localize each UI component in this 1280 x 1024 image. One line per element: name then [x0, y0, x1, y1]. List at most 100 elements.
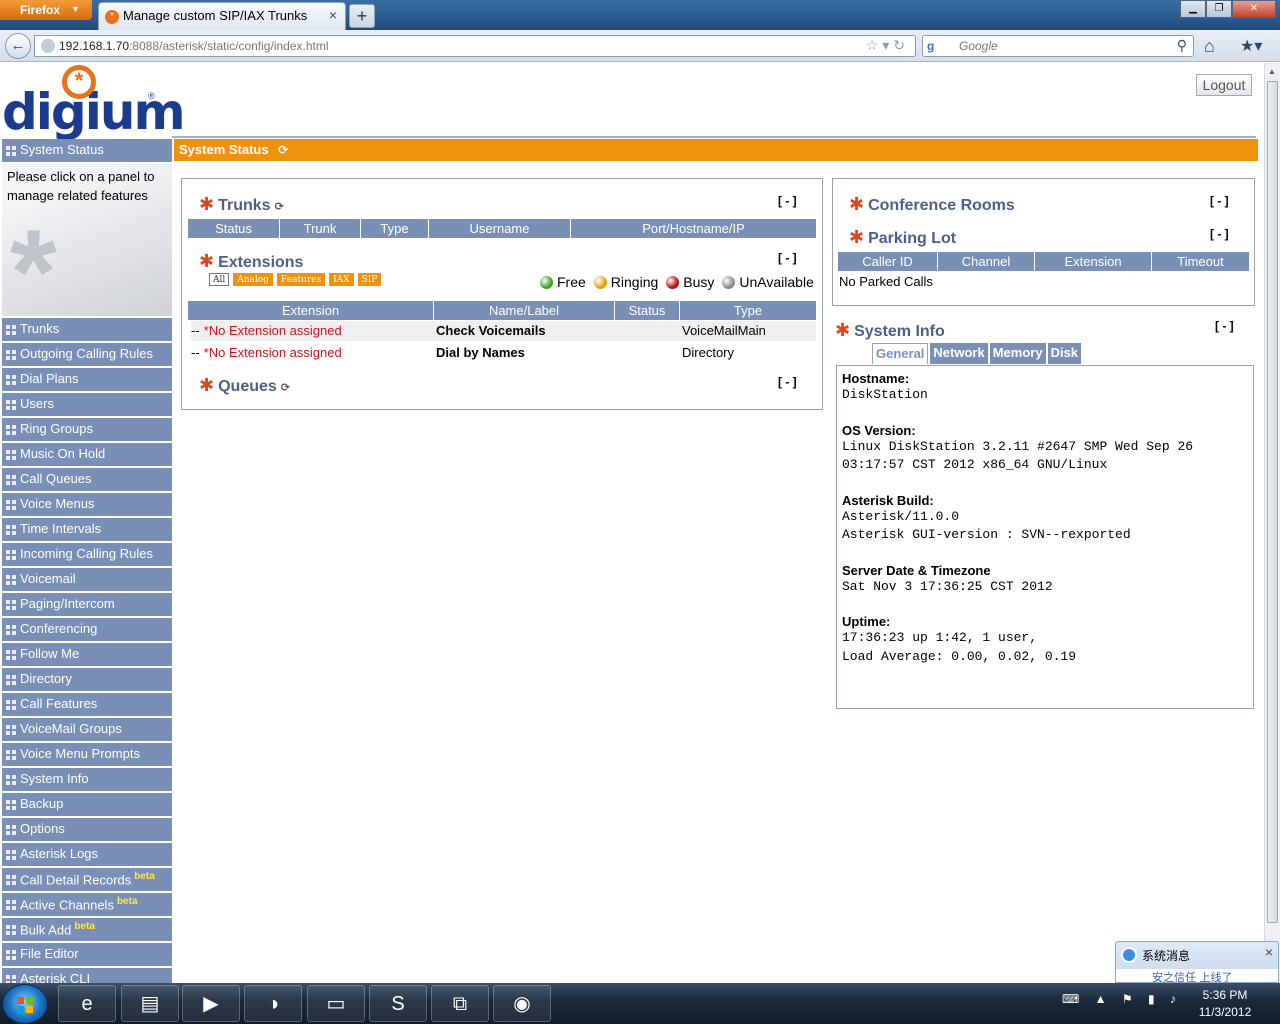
conference-collapse-button[interactable]: [ - ] — [1210, 194, 1229, 208]
conference-rooms-title[interactable]: ✱ Conference Rooms — [849, 194, 1015, 215]
sidebar-item-incoming-calling-rules[interactable]: Incoming Calling Rules — [2, 543, 172, 566]
filter-all-button[interactable]: All — [209, 273, 230, 286]
sidebar-item-active-channels[interactable]: Active Channels beta — [2, 893, 172, 916]
tab-memory[interactable]: Memory — [989, 343, 1046, 364]
sidebar-item-asterisk-cli[interactable]: Asterisk CLI — [2, 968, 172, 983]
sidebar-item-call-queues[interactable]: Call Queues — [2, 468, 172, 491]
firefox-icon[interactable]: ◉ — [493, 985, 551, 1022]
system-info-collapse-button[interactable]: [ - ] — [1215, 319, 1234, 333]
sidebar-item-voicemail-groups[interactable]: VoiceMail Groups — [2, 718, 172, 741]
sidebar-item-paging-intercom[interactable]: Paging/Intercom — [2, 593, 172, 616]
browser-tab-active[interactable]: * Manage custom SIP/IAX Trunks × — [98, 2, 346, 30]
sticky-notes-icon[interactable]: ▭ — [307, 985, 365, 1022]
tab-network[interactable]: Network — [930, 343, 988, 364]
new-tab-button[interactable]: + — [349, 4, 375, 28]
sidebar-item-directory[interactable]: Directory — [2, 668, 172, 691]
start-button[interactable] — [2, 984, 48, 1024]
home-icon[interactable]: ⌂ — [1204, 36, 1215, 57]
search-input[interactable]: g Google ⚲ — [922, 35, 1194, 57]
sidebar-item-call-detail-records[interactable]: Call Detail Records beta — [2, 868, 172, 891]
column-header[interactable]: Status — [615, 301, 680, 320]
table-row[interactable]: -- *No Extension assigned Dial by Names Dir… — [191, 343, 816, 363]
minimize-window-button[interactable]: ▁ — [1180, 0, 1206, 18]
column-header[interactable]: Extension — [188, 301, 434, 320]
sidebar-item-trunks[interactable]: Trunks — [2, 318, 172, 341]
sidebar-item-voice-menus[interactable]: Voice Menus — [2, 493, 172, 516]
logout-button[interactable]: Logout — [1196, 74, 1252, 96]
sidebar-item-call-features[interactable]: Call Features — [2, 693, 172, 716]
url-bar[interactable]: 192.168.1.70:8088/asterisk/static/config… — [34, 35, 916, 57]
bookmark-star-icon[interactable]: ☆▾↻ — [866, 37, 909, 54]
page-scrollbar[interactable]: ▲ ▼ — [1264, 63, 1280, 983]
column-header[interactable]: Channel — [938, 252, 1035, 271]
taskbar-clock[interactable]: 5:36 PM 11/3/2012 — [1190, 987, 1260, 1021]
sidebar-item-bulk-add[interactable]: Bulk Add beta — [2, 918, 172, 941]
tab-general[interactable]: General — [872, 343, 929, 364]
sidebar-item-file-editor[interactable]: File Editor — [2, 943, 172, 966]
queues-collapse-button[interactable]: [ - ] — [778, 375, 797, 389]
sidebar-item-asterisk-logs[interactable]: Asterisk Logs — [2, 843, 172, 866]
browser-titlebar: Firefox ▼ * Manage custom SIP/IAX Trunks… — [0, 0, 1280, 30]
parking-collapse-button[interactable]: [ - ] — [1210, 227, 1229, 241]
sidebar-item-time-intervals[interactable]: Time Intervals — [2, 518, 172, 541]
filter-sip-button[interactable]: SIP — [357, 273, 382, 286]
extensions-title[interactable]: ✱ Extensions — [199, 251, 303, 272]
tab-disk[interactable]: Disk — [1047, 343, 1082, 364]
file-explorer-icon[interactable]: ▤ — [121, 985, 179, 1022]
remote-desktop-icon[interactable]: ⧉ — [431, 985, 489, 1022]
system-tray[interactable]: ⌨ ▲ ⚑ ▮ ♪ — [1062, 992, 1182, 1006]
parking-lot-title[interactable]: ✱ Parking Lot — [849, 227, 956, 248]
extensions-collapse-button[interactable]: [ - ] — [778, 251, 797, 265]
search-icon[interactable]: ⚲ — [1177, 37, 1187, 54]
scroll-up-icon[interactable]: ▲ — [1268, 67, 1276, 76]
column-header[interactable]: Username — [429, 219, 571, 238]
sidebar-item-outgoing-calling-rules[interactable]: Outgoing Calling Rules — [2, 343, 172, 366]
sidebar-item-options[interactable]: Options — [2, 818, 172, 841]
refresh-icon[interactable]: ⟳ — [281, 382, 290, 394]
column-header[interactable]: Name/Label — [434, 301, 615, 320]
trunks-title[interactable]: ✱ Trunks ⟳ — [199, 194, 284, 215]
internet-explorer-icon[interactable]: e — [58, 985, 116, 1022]
sidebar-item-music-on-hold[interactable]: Music On Hold — [2, 443, 172, 466]
system-info-title[interactable]: ✱ System Info — [835, 320, 945, 341]
column-header[interactable]: Timeout — [1152, 252, 1249, 271]
trunks-collapse-button[interactable]: [ - ] — [778, 194, 797, 208]
bookmarks-menu-icon[interactable]: ★▾ — [1240, 36, 1262, 56]
sidebar-item-voice-menu-prompts[interactable]: Voice Menu Prompts — [2, 743, 172, 766]
column-header[interactable]: Caller ID — [838, 252, 938, 271]
close-tab-icon[interactable]: × — [329, 7, 337, 23]
scrollbar-thumb[interactable] — [1267, 81, 1278, 923]
filter-analog-button[interactable]: Analog — [233, 273, 273, 286]
table-row[interactable]: -- *No Extension assigned Check Voicemails… — [191, 321, 816, 341]
media-player-icon[interactable]: ▶ — [182, 985, 240, 1022]
column-header[interactable]: Port/Hostname/IP — [571, 219, 816, 238]
sidebar-item-system-status[interactable]: System Status — [2, 139, 172, 162]
filter-iax-button[interactable]: IAX — [329, 273, 354, 286]
firefox-menu-button[interactable]: Firefox ▼ — [0, 0, 92, 20]
sidebar-item-follow-me[interactable]: Follow Me — [2, 643, 172, 666]
sidebar-item-backup[interactable]: Backup — [2, 793, 172, 816]
google-engine-icon[interactable]: g — [927, 39, 934, 53]
column-header[interactable]: Type — [680, 301, 816, 320]
sidebar-item-system-info[interactable]: System Info — [2, 768, 172, 791]
sidebar-item-voicemail[interactable]: Voicemail — [2, 568, 172, 591]
column-header[interactable]: Status — [188, 219, 280, 238]
close-icon[interactable]: × — [1265, 944, 1273, 960]
column-header[interactable]: Trunk — [280, 219, 361, 238]
column-header[interactable]: Type — [361, 219, 429, 238]
app-icon[interactable]: ◑ — [244, 985, 302, 1022]
column-header[interactable]: Extension — [1035, 252, 1152, 271]
refresh-icon[interactable]: ⟳ — [278, 143, 288, 157]
sidebar-item-dial-plans[interactable]: Dial Plans — [2, 368, 172, 391]
skype-icon[interactable]: S — [369, 985, 427, 1022]
queues-title[interactable]: ✱ Queues ⟳ — [199, 375, 290, 396]
refresh-icon[interactable]: ⟳ — [275, 201, 284, 213]
sidebar-item-users[interactable]: Users — [2, 393, 172, 416]
sidebar-item-conferencing[interactable]: Conferencing — [2, 618, 172, 641]
sidebar-item-ring-groups[interactable]: Ring Groups — [2, 418, 172, 441]
close-window-button[interactable]: ✕ — [1232, 0, 1276, 18]
maximize-window-button[interactable]: ❐ — [1206, 0, 1232, 18]
back-button[interactable]: ← — [5, 33, 31, 59]
filter-features-button[interactable]: Features — [277, 273, 326, 286]
system-notification-popup[interactable]: 系统消息 × 安之信任 上线了 — [1115, 941, 1279, 983]
